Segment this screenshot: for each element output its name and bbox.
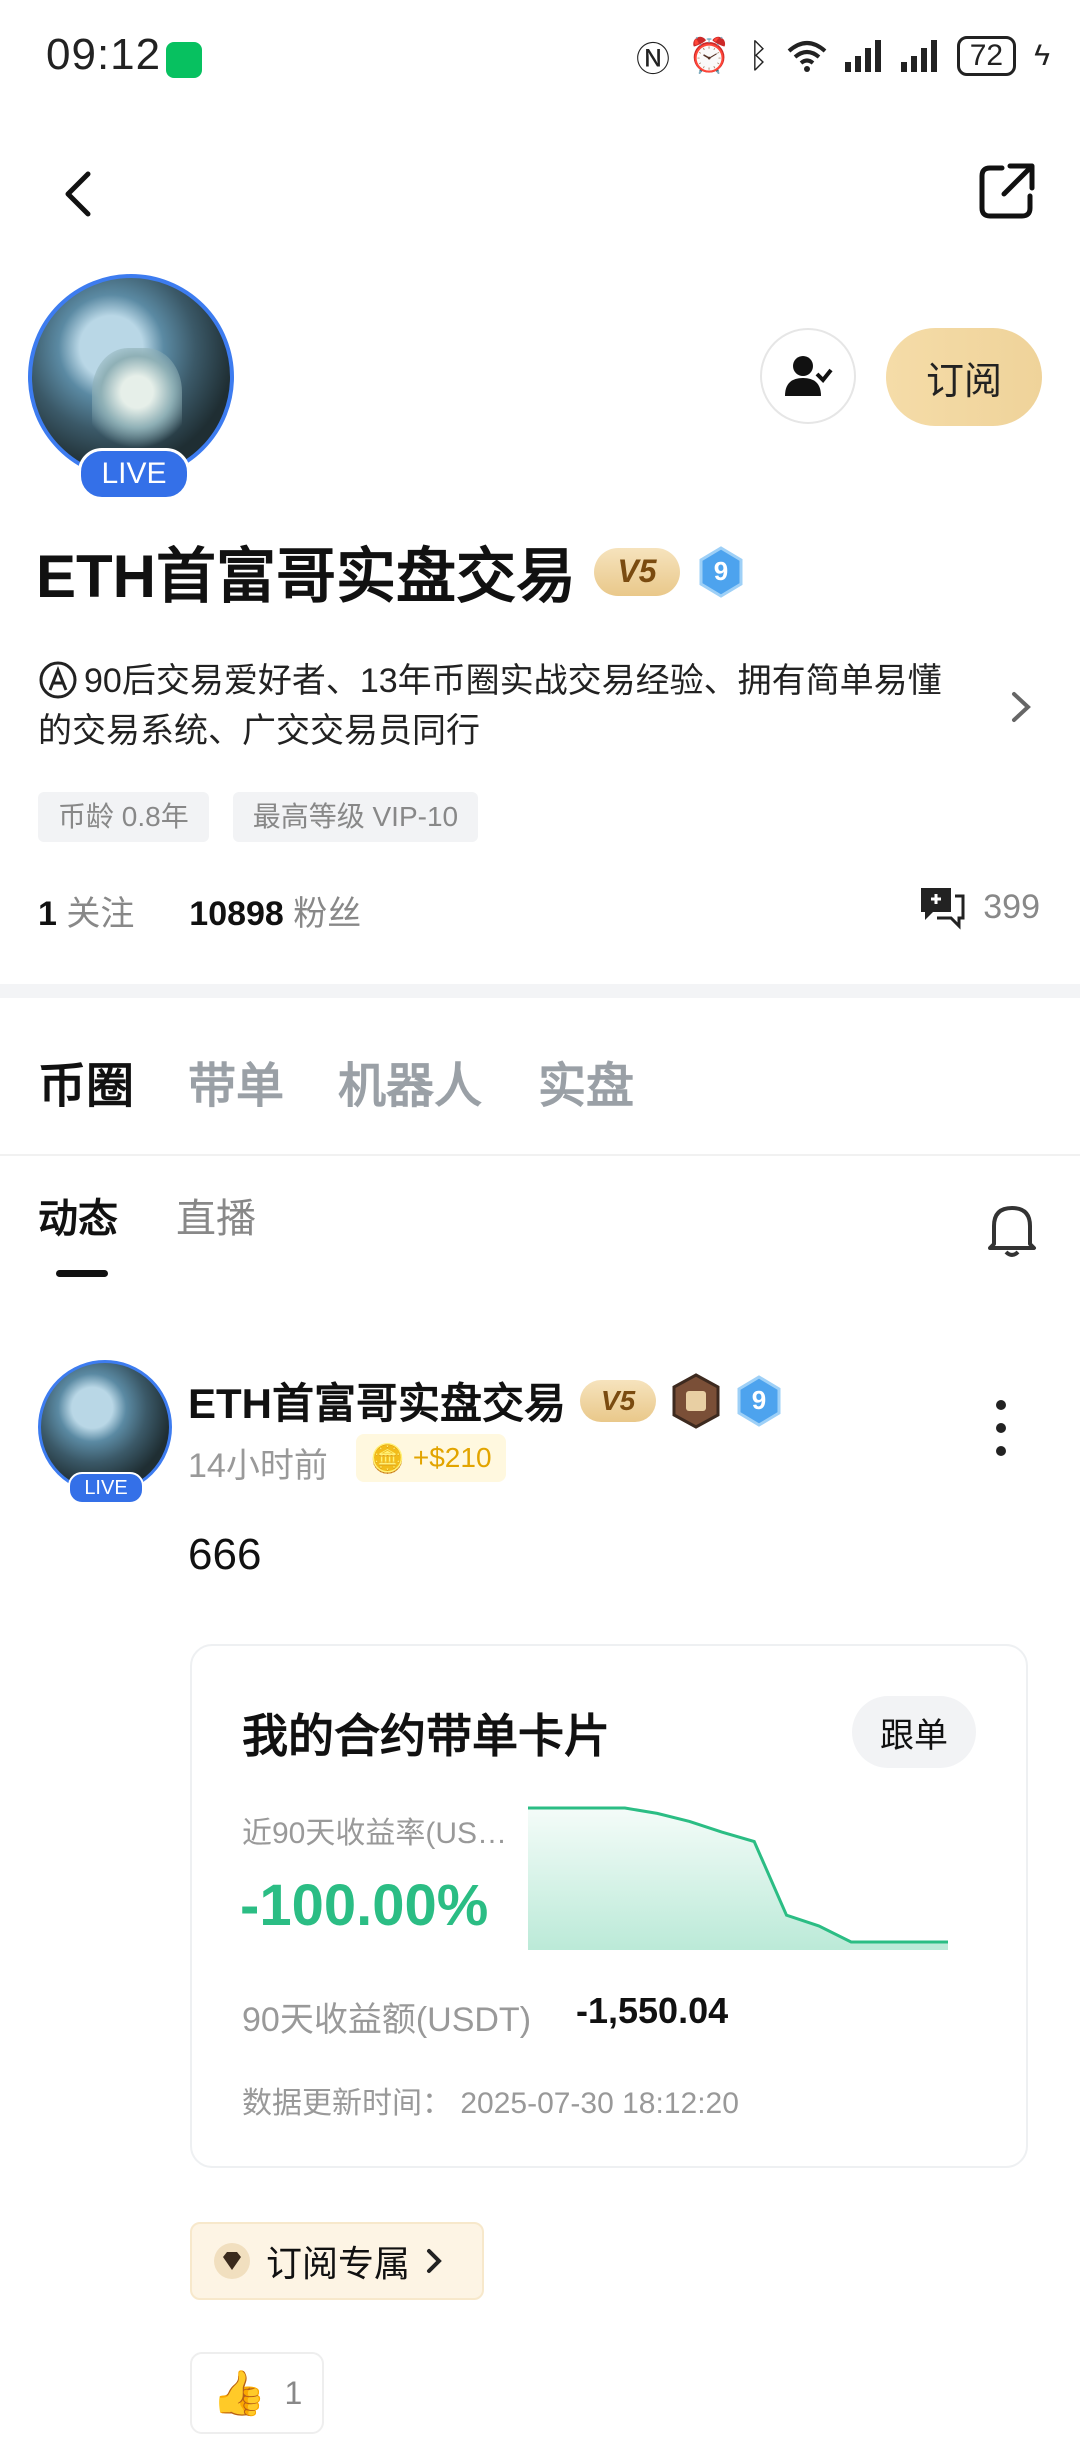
bio-text: 90后交易爱好者、13年币圈实战交易经验、拥有简单易懂的交易系统、广交交易员同行 [38, 662, 942, 750]
tab-copy-trading[interactable]: 带单 [188, 1046, 284, 1116]
post-text: 666 [188, 1530, 262, 1579]
followers-count[interactable]: 10898 [189, 895, 284, 933]
roi-sparkline [528, 1806, 948, 1950]
nfc-icon: Ⓝ [635, 40, 670, 79]
card-title: 我的合约带单卡片 [242, 1710, 610, 1762]
trader-icon [39, 661, 77, 699]
vip-badge: V5 [594, 547, 680, 596]
signal-icon [844, 40, 881, 72]
tabs-divider [0, 1154, 1080, 1156]
subscribe-exclusive-label: 订阅专属 [266, 2243, 411, 2284]
post-author-name[interactable]: ETH首富哥实盘交易 [188, 1370, 566, 1431]
status-icons: Ⓝ ⏰ ᛒ 72 ϟ [635, 34, 1050, 79]
signal-2-icon [900, 40, 937, 72]
tag-coin-age: 币龄 0.8年 [38, 792, 209, 842]
follow-stats: 1 关注 10898 粉丝 [38, 886, 361, 935]
back-button[interactable] [52, 166, 108, 222]
subscribe-exclusive-button[interactable]: 订阅专属 [190, 2222, 484, 2300]
roi-label: 近90天收益率(USDT) [242, 1817, 522, 1850]
tab-bots[interactable]: 机器人 [338, 1046, 482, 1116]
updated-time: 数据更新时间： 2025-07-30 18:12:20 [242, 2087, 739, 2120]
tab-crypto[interactable]: 币圈 [38, 1046, 134, 1116]
post-vip-badge: V5 [580, 1379, 657, 1422]
post-level-badge: 9 [736, 1374, 782, 1427]
subtab-live[interactable]: 直播 [176, 1186, 256, 1244]
chat-bubble-icon [921, 888, 965, 930]
post-live-badge: LIVE [68, 1472, 144, 1504]
alarm-icon: ⏰ [687, 37, 731, 75]
chevron-right-icon[interactable] [1006, 688, 1036, 726]
subtab-indicator [56, 1270, 108, 1277]
post-author-row: ETH首富哥实盘交易 V5 9 [188, 1370, 782, 1431]
chevron-right-icon [427, 2249, 442, 2273]
wechat-notification-icon [166, 42, 202, 78]
post-time: 14小时前 [188, 1447, 328, 1485]
like-button[interactable]: 👍 1 [190, 2352, 324, 2434]
follow-trade-button[interactable]: 跟单 [852, 1696, 976, 1768]
user-check-icon [785, 356, 833, 396]
tab-live-account[interactable]: 实盘 [538, 1046, 634, 1116]
profile-name-row: ETH首富哥实盘交易 V5 9 [36, 528, 744, 615]
medal-icon [672, 1372, 720, 1429]
battery-level: 72 [956, 36, 1017, 76]
tag-max-vip: 最高等级 VIP-10 [232, 792, 479, 842]
pnl-value: -1,550.04 [576, 1990, 729, 2031]
bluetooth-icon: ᛒ [748, 36, 769, 75]
level-badge: 9 [698, 545, 744, 598]
profile-name: ETH首富哥实盘交易 [36, 543, 576, 610]
bio[interactable]: 90后交易爱好者、13年币圈实战交易经验、拥有简单易懂的交易系统、广交交易员同行 [38, 656, 968, 756]
profile-tags: 币龄 0.8年 最高等级 VIP-10 [38, 792, 479, 842]
subscribe-button[interactable]: 订阅 [886, 328, 1042, 426]
more-options-button[interactable] [994, 1400, 1008, 1456]
comments-button[interactable]: 399 [917, 884, 1040, 930]
thumbs-up-icon: 👍 [211, 2369, 267, 2418]
reward-chip[interactable]: 🪙 +$210 [356, 1434, 506, 1482]
live-badge[interactable]: LIVE [78, 448, 190, 500]
following-count[interactable]: 1 [38, 895, 57, 933]
roi-value: -100.00% [240, 1873, 489, 1938]
subtab-posts[interactable]: 动态 [38, 1186, 118, 1244]
pnl-label: 90天收益额(USDT) [242, 2001, 532, 2039]
wifi-icon [787, 41, 827, 72]
like-count: 1 [284, 2374, 303, 2411]
following-label[interactable]: 关注 [66, 895, 134, 933]
follow-user-button[interactable] [760, 328, 856, 424]
post-level-number: 9 [751, 1385, 767, 1415]
bell-icon[interactable] [984, 1200, 1040, 1260]
coins-icon: 🪙 [370, 1442, 405, 1474]
status-time: 09:12 [46, 30, 162, 79]
diamond-badge-icon [214, 2243, 250, 2279]
share-external-icon[interactable] [976, 160, 1038, 222]
sparkline-area [528, 1808, 948, 1950]
charging-icon: ϟ [1034, 39, 1050, 72]
comments-count: 399 [983, 887, 1040, 926]
followers-label[interactable]: 粉丝 [293, 895, 361, 933]
section-divider [0, 984, 1080, 998]
reward-amount: +$210 [412, 1442, 492, 1473]
level-number: 9 [713, 556, 729, 586]
